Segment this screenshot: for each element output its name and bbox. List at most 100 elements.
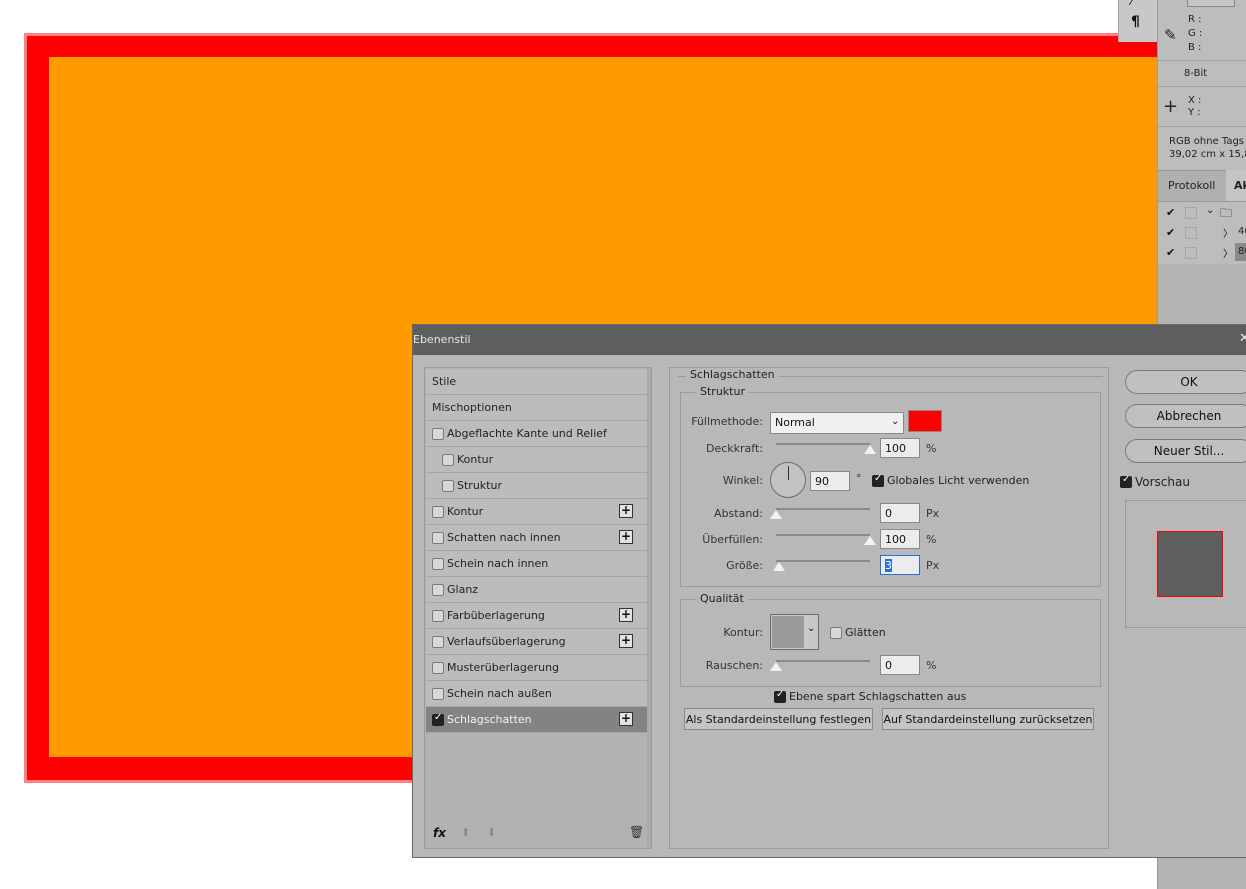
style-list-item[interactable]: Stile <box>426 369 647 395</box>
contour-picker[interactable]: ⌄ <box>770 614 819 650</box>
tab-actions[interactable]: Ak <box>1234 179 1246 192</box>
style-checkbox[interactable] <box>432 558 444 570</box>
style-checkbox[interactable] <box>432 688 444 700</box>
chevron-right-icon[interactable]: 〉 <box>1223 245 1233 260</box>
structure-title: Struktur <box>696 385 749 398</box>
new-style-button[interactable]: Neuer Stil... <box>1125 439 1246 463</box>
chevron-down-icon[interactable]: ⌄ <box>1206 205 1214 216</box>
add-effect-icon[interactable]: + <box>619 530 633 544</box>
info-doc-size: 39,02 cm x 15,8 <box>1169 149 1246 160</box>
panel-top-field <box>1187 0 1235 7</box>
move-down-icon[interactable]: ⬇ <box>487 826 496 839</box>
add-effect-icon[interactable]: + <box>619 634 633 648</box>
size-input-value: 3 <box>885 559 892 572</box>
style-checkbox[interactable] <box>442 454 454 466</box>
row1-check-icon[interactable]: ✔ <box>1166 206 1175 219</box>
spread-slider[interactable] <box>776 534 870 536</box>
contour-label: Kontur: <box>723 626 763 639</box>
noise-slider-thumb[interactable] <box>770 662 782 671</box>
row2-check-icon[interactable]: ✔ <box>1166 226 1175 239</box>
opacity-unit: % <box>926 442 937 455</box>
ok-button[interactable]: OK <box>1125 370 1246 394</box>
distance-slider-thumb[interactable] <box>770 510 782 519</box>
dialog-titlebar[interactable]: Ebenenstil ✕ <box>413 325 1246 355</box>
opacity-label: Deckkraft: <box>706 442 763 455</box>
row3-check-icon[interactable]: ✔ <box>1166 246 1175 259</box>
opacity-input[interactable]: 100 <box>880 438 920 458</box>
style-list-item[interactable]: Kontur + <box>426 499 647 525</box>
folder-icon: 🗀 <box>1220 206 1233 220</box>
info-bit-depth: 8-Bit <box>1184 68 1208 79</box>
add-effect-icon[interactable]: + <box>619 608 633 622</box>
style-list-item[interactable]: Schatten nach innen + <box>426 525 647 551</box>
add-effect-icon[interactable]: + <box>619 712 633 726</box>
style-checkbox[interactable] <box>432 532 444 544</box>
noise-input[interactable]: 0 <box>880 655 920 675</box>
style-checkbox[interactable] <box>432 712 444 726</box>
spread-label: Überfüllen: <box>702 533 763 546</box>
row2-toggle[interactable] <box>1185 227 1197 239</box>
shadow-color-swatch[interactable] <box>908 410 942 432</box>
style-checkbox[interactable] <box>432 636 444 648</box>
style-checkbox[interactable] <box>442 480 454 492</box>
size-input[interactable]: 3 <box>880 555 920 575</box>
style-list-item[interactable]: Musterüberlagerung <box>426 655 647 681</box>
antialias-checkbox[interactable] <box>830 627 842 639</box>
size-label: Größe: <box>726 559 763 572</box>
list-footer: fx ⬆ ⬇ 🗑 <box>425 822 647 848</box>
style-list-item[interactable]: Abgeflachte Kante und Relief <box>426 421 647 447</box>
row3-toggle[interactable] <box>1185 247 1197 259</box>
style-checkbox[interactable] <box>432 428 444 440</box>
reset-default-button[interactable]: Auf Standardeinstellung zurücksetzen <box>882 708 1094 730</box>
style-list-item[interactable]: Struktur <box>426 473 647 499</box>
style-list-item[interactable]: Schein nach außen <box>426 681 647 707</box>
list-scrollbar[interactable] <box>647 369 651 847</box>
distance-unit: Px <box>926 507 940 520</box>
style-list-label: Mischoptionen <box>432 401 512 414</box>
add-effect-icon[interactable]: + <box>619 504 633 518</box>
style-list: Stile Mischoptionen Abgeflachte Kante und … <box>424 367 652 849</box>
knockout-checkbox[interactable] <box>774 689 786 703</box>
style-list-label: Farbüberlagerung <box>447 609 545 622</box>
close-icon[interactable]: ✕ <box>1239 331 1246 346</box>
trash-icon[interactable]: 🗑 <box>629 825 644 839</box>
spread-slider-thumb[interactable] <box>864 536 876 545</box>
style-list-item[interactable]: Glanz <box>426 577 647 603</box>
move-up-icon[interactable]: ⬆ <box>461 826 470 839</box>
preview-label: Vorschau <box>1135 475 1190 489</box>
paragraph-icon[interactable]: ¶ <box>1131 14 1140 30</box>
noise-slider[interactable] <box>776 660 870 662</box>
style-checkbox[interactable] <box>432 584 444 596</box>
size-slider-thumb[interactable] <box>772 562 785 571</box>
drop-shadow-settings: Schlagschatten Struktur Füllmethode: Nor… <box>669 367 1109 849</box>
tab-protokoll[interactable]: Protokoll <box>1168 179 1215 192</box>
preview-box <box>1125 500 1246 628</box>
style-list-item[interactable]: Kontur <box>426 447 647 473</box>
cancel-button[interactable]: Abbrechen <box>1125 404 1246 428</box>
spread-input[interactable]: 100 <box>880 529 920 549</box>
style-list-item[interactable]: Mischoptionen <box>426 395 647 421</box>
angle-dial[interactable] <box>770 462 806 498</box>
size-slider[interactable] <box>776 560 870 562</box>
global-light-checkbox[interactable] <box>872 473 884 487</box>
style-checkbox[interactable] <box>432 610 444 622</box>
make-default-button[interactable]: Als Standardeinstellung festlegen <box>684 708 873 730</box>
text-tool-icon[interactable]: ⁄ <box>1131 0 1133 8</box>
opacity-slider-thumb[interactable] <box>864 445 876 454</box>
fill-method-select[interactable]: Normal ⌄ <box>770 412 904 434</box>
style-checkbox[interactable] <box>432 662 444 674</box>
chevron-right-icon[interactable]: 〉 <box>1223 225 1233 240</box>
row1-toggle[interactable] <box>1185 207 1197 219</box>
angle-input[interactable]: 90 <box>810 471 850 491</box>
row2-label: 40 <box>1238 226 1246 237</box>
preview-checkbox[interactable] <box>1120 474 1132 488</box>
distance-slider[interactable] <box>776 508 870 510</box>
style-list-item[interactable]: Farbüberlagerung + <box>426 603 647 629</box>
style-checkbox[interactable] <box>432 506 444 518</box>
opacity-slider[interactable] <box>776 443 870 445</box>
style-list-item[interactable]: Schlagschatten + <box>426 707 647 733</box>
distance-input[interactable]: 0 <box>880 503 920 523</box>
fx-icon[interactable]: fx <box>433 826 446 840</box>
style-list-item[interactable]: Verlaufsüberlagerung + <box>426 629 647 655</box>
style-list-item[interactable]: Schein nach innen <box>426 551 647 577</box>
